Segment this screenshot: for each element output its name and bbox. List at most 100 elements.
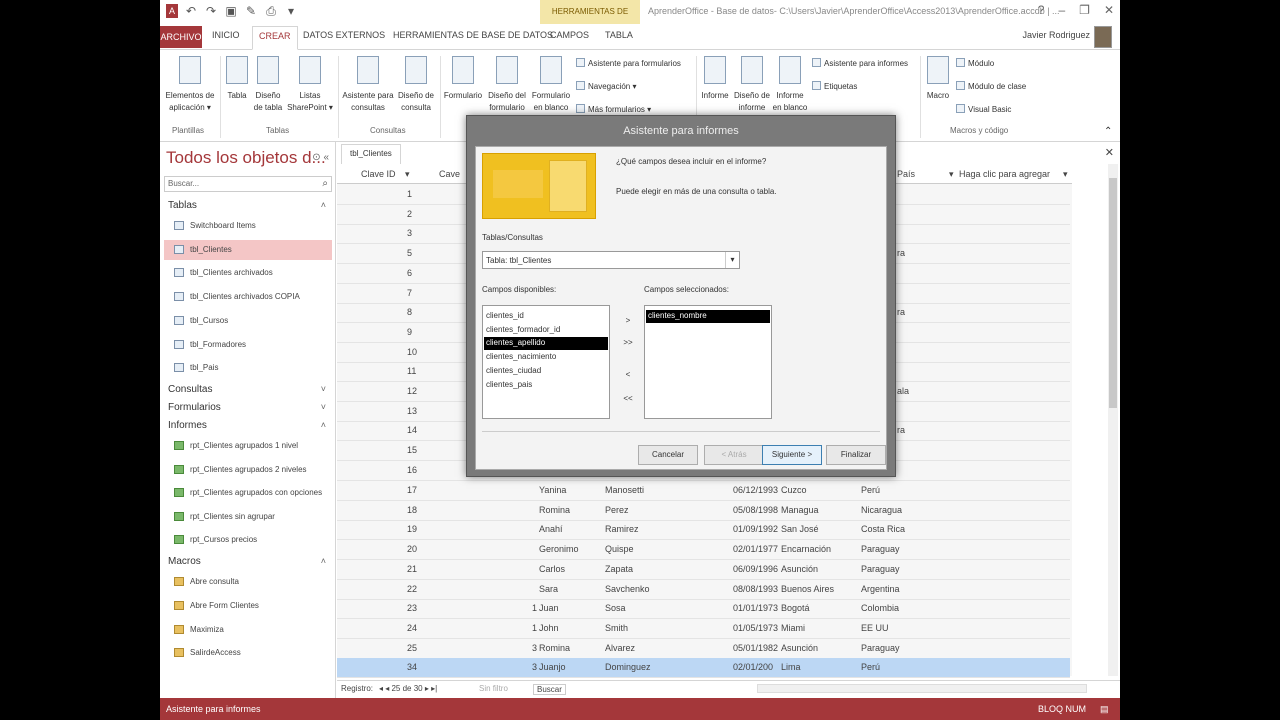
avatar[interactable] [1094, 26, 1112, 48]
tab-campos[interactable]: CAMPOS [550, 30, 589, 40]
tab-tabla[interactable]: TABLA [605, 30, 633, 40]
sharepoint-lists-button[interactable]: Listas SharePoint ▾ [286, 56, 334, 114]
nav-section-informes[interactable]: Informes ˄ [168, 420, 328, 431]
user-name[interactable]: Javier Rodriguez [1022, 30, 1090, 40]
horizontal-scrollbar[interactable] [757, 684, 1087, 693]
available-field-item[interactable]: clientes_id [484, 310, 608, 323]
more-forms-button[interactable]: Más formularios ▾ [576, 104, 651, 114]
nav-item-macro[interactable]: Abre consulta [164, 572, 332, 592]
tab-crear[interactable]: CREAR [252, 26, 298, 50]
redo-icon[interactable]: ↷ [204, 4, 218, 19]
nav-item-table[interactable]: tbl_Pais [164, 358, 332, 378]
nav-section-tablas[interactable]: Tablas ˄ [168, 200, 328, 211]
nav-section-macros[interactable]: Macros ˄ [168, 556, 328, 567]
form-design-button[interactable]: Diseño del formulario [486, 56, 528, 114]
query-wizard-button[interactable]: Asistente para consultas [340, 56, 396, 114]
application-parts-button[interactable]: Elementos de aplicación ▾ [162, 56, 218, 114]
table-row[interactable]: 19 Anahí Ramirez 01/09/1992 San José Costa Ri… [337, 520, 1070, 541]
cancel-button[interactable]: Cancelar [638, 445, 698, 465]
nav-section-formularios[interactable]: Formularios ˅ [168, 402, 328, 413]
filter-indicator[interactable]: Sin filtro [479, 684, 508, 693]
table-row[interactable]: 25 3 Romina Alvarez 05/01/1982 Asunción Paragu… [337, 639, 1070, 659]
report-wizard-button[interactable]: Asistente para informes [812, 58, 908, 68]
class-module-button[interactable]: Módulo de clase [956, 81, 1026, 91]
help-icon[interactable]: ? [1038, 3, 1045, 17]
report-button[interactable]: Informe [698, 56, 732, 102]
close-icon[interactable]: ✕ [1104, 3, 1114, 17]
table-row[interactable]: 34 3 Juanjo Dominguez 02/01/200 Lima Perú [337, 658, 1070, 679]
chevron-down-icon[interactable]: ▾ [725, 252, 739, 268]
nav-item-report[interactable]: rpt_Cursos precios [164, 530, 332, 550]
tab-tbl-clientes[interactable]: tbl_Clientes [341, 144, 401, 164]
tab-inicio[interactable]: INICIO [212, 30, 240, 40]
nav-menu-icon[interactable]: ⊙ [312, 152, 320, 163]
nav-item-table[interactable]: tbl_Clientes archivados COPIA [164, 287, 332, 307]
restore-icon[interactable]: ❐ [1079, 3, 1090, 17]
tab-herramientas-bd[interactable]: HERRAMIENTAS DE BASE DE DATOS [393, 30, 553, 40]
query-design-button[interactable]: Diseño de consulta [396, 56, 436, 114]
available-field-item[interactable]: clientes_nacimiento [484, 351, 608, 364]
available-field-item[interactable]: clientes_apellido [484, 337, 608, 351]
tab-datos-externos[interactable]: DATOS EXTERNOS [303, 30, 385, 40]
remove-all-button[interactable]: << [616, 391, 640, 407]
module-button[interactable]: Módulo [956, 58, 994, 68]
datasheet-view-icon[interactable]: ▤ [1100, 704, 1109, 715]
finish-button[interactable]: Finalizar [826, 445, 886, 465]
minimize-icon[interactable]: – [1058, 3, 1065, 17]
macro-button[interactable]: Macro [924, 56, 952, 102]
collapse-ribbon-icon[interactable]: ⌃ [1104, 126, 1112, 137]
report-design-button[interactable]: Diseño de informe [732, 56, 772, 114]
form-wizard-button[interactable]: Asistente para formularios [576, 58, 681, 68]
back-button[interactable]: < Atrás [704, 445, 764, 465]
nav-item-report[interactable]: rpt_Clientes agrupados con opciones [164, 483, 332, 503]
form-button[interactable]: Formulario [442, 56, 484, 102]
available-field-item[interactable]: clientes_pais [484, 379, 608, 392]
available-field-item[interactable]: clientes_ciudad [484, 365, 608, 378]
nav-item-report[interactable]: rpt_Clientes sin agrupar [164, 507, 332, 527]
collapse-pane-icon[interactable]: « [323, 152, 329, 163]
nav-item-macro[interactable]: SalirdeAccess [164, 643, 332, 663]
column-header-clave-id[interactable]: Clave ID [361, 169, 396, 179]
column-header-pais[interactable]: País [897, 169, 915, 179]
move-all-button[interactable]: >> [616, 335, 640, 351]
table-row[interactable]: 21 Carlos Zapata 06/09/1996 Asunción Paraguay [337, 560, 1070, 580]
blank-report-button[interactable]: Informe en blanco [772, 56, 808, 114]
table-design-button[interactable]: Diseño de tabla [252, 56, 284, 114]
print-preview-icon[interactable]: ⎙ [264, 4, 278, 19]
visual-basic-button[interactable]: Visual Basic [956, 104, 1011, 114]
sort-icon[interactable]: ▾ [949, 169, 954, 180]
available-fields-list[interactable]: clientes_id clientes_formador_id clientes_… [482, 305, 610, 419]
customize-qat-icon[interactable]: ▾ [284, 4, 298, 19]
table-row[interactable]: 24 1 John Smith 01/05/1973 Miami EE UU [337, 619, 1070, 639]
table-row[interactable]: 20 Geronimo Quispe 02/01/1977 Encarnación Par… [337, 540, 1070, 561]
search-icon[interactable]: ⌕ [322, 178, 328, 189]
undo-icon[interactable]: ↶ [184, 4, 198, 19]
table-row[interactable]: 18 Romina Perez 05/08/1998 Managua Nicaragua [337, 501, 1070, 521]
scrollbar-thumb[interactable] [1109, 178, 1117, 408]
navigation-button[interactable]: Navegación ▾ [576, 81, 637, 91]
nav-item-table[interactable]: tbl_Cursos [164, 311, 332, 331]
table-row[interactable]: 17 Yanina Manosetti 06/12/1993 Cuzco Perú [337, 481, 1070, 501]
sort-icon[interactable]: ▾ [405, 169, 410, 180]
nav-item-report[interactable]: rpt_Clientes agrupados 1 nivel [164, 436, 332, 456]
nav-item-table[interactable]: tbl_Clientes archivados [164, 263, 332, 283]
table-button[interactable]: Tabla [224, 56, 250, 102]
labels-button[interactable]: Etiquetas [812, 81, 857, 91]
record-navigator[interactable]: ◂ ◂ 25 de 30 ▸ ▸| [379, 684, 437, 693]
column-header-cave[interactable]: Cave [439, 169, 460, 179]
nav-section-consultas[interactable]: Consultas ˅ [168, 384, 328, 395]
column-header-add[interactable]: Haga clic para agregar [959, 169, 1050, 179]
nav-item-macro[interactable]: Maximiza [164, 620, 332, 640]
nav-item-table[interactable]: Switchboard Items [164, 216, 332, 236]
sort-icon[interactable]: ▾ [1063, 169, 1068, 180]
available-field-item[interactable]: clientes_formador_id [484, 324, 608, 337]
nav-item-report[interactable]: rpt_Clientes agrupados 2 niveles [164, 460, 332, 480]
close-document-icon[interactable]: ✕ [1105, 146, 1114, 159]
nav-item-table[interactable]: tbl_Clientes [164, 240, 332, 260]
nav-search-input[interactable]: Buscar... ⌕ [164, 176, 332, 192]
nav-item-macro[interactable]: Abre Form Clientes [164, 596, 332, 616]
next-button[interactable]: Siguiente > [762, 445, 822, 465]
vertical-scrollbar[interactable] [1108, 164, 1118, 676]
edit-icon[interactable]: ✎ [244, 4, 258, 19]
table-row[interactable]: 23 1 Juan Sosa 01/01/1973 Bogotá Colombia [337, 599, 1070, 620]
